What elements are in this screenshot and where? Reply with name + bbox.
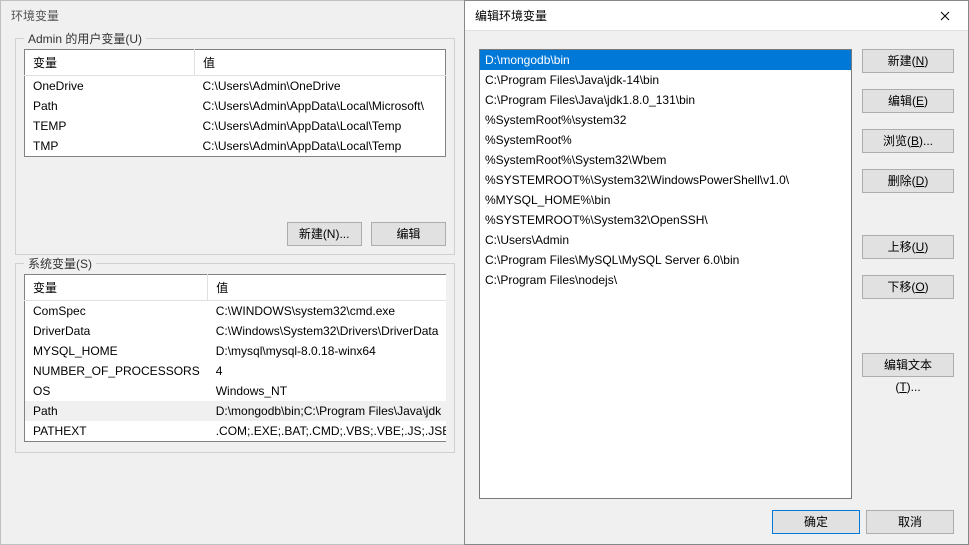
var-name: NUMBER_OF_PROCESSORS — [25, 361, 208, 381]
var-value: C:\Users\Admin\AppData\Local\Temp — [195, 136, 446, 157]
col-header-name[interactable]: 变量 — [25, 50, 195, 76]
list-item[interactable]: %SystemRoot%\System32\Wbem — [480, 150, 851, 170]
list-item[interactable]: C:\Program Files\Java\jdk-14\bin — [480, 70, 851, 90]
user-vars-group: Admin 的用户变量(U) 变量 值 OneDriveC:\Users\Adm… — [15, 38, 455, 255]
col-header-value[interactable]: 值 — [195, 50, 446, 76]
list-item[interactable]: %SYSTEMROOT%\System32\WindowsPowerShell\… — [480, 170, 851, 190]
env-vars-title: 环境变量 — [1, 1, 469, 30]
var-name: TEMP — [25, 116, 195, 136]
list-item[interactable]: C:\Users\Admin — [480, 230, 851, 250]
var-value: C:\WINDOWS\system32\cmd.exe — [208, 301, 446, 322]
user-edit-button[interactable]: 编辑 — [371, 222, 446, 246]
table-row[interactable]: PathC:\Users\Admin\AppData\Local\Microso… — [25, 96, 446, 116]
edit-dialog-title: 编辑环境变量 — [475, 7, 547, 24]
table-row[interactable]: DriverDataC:\Windows\System32\Drivers\Dr… — [25, 321, 447, 341]
edit-text-button[interactable]: 编辑文本(T)... — [862, 353, 954, 377]
var-name: DriverData — [25, 321, 208, 341]
var-value: C:\Users\Admin\AppData\Local\Temp — [195, 116, 446, 136]
new-button[interactable]: 新建(N) — [862, 49, 954, 73]
move-up-button[interactable]: 上移(U) — [862, 235, 954, 259]
list-item[interactable]: C:\Program Files\nodejs\ — [480, 270, 851, 290]
var-value: .COM;.EXE;.BAT;.CMD;.VBS;.VBE;.JS;.JSE;.… — [208, 421, 446, 442]
edit-env-var-dialog: 编辑环境变量 D:\mongodb\binC:\Program Files\Ja… — [464, 0, 969, 545]
table-row[interactable]: OSWindows_NT — [25, 381, 447, 401]
edit-button[interactable]: 编辑(E) — [862, 89, 954, 113]
system-vars-table[interactable]: 变量 值 ComSpecC:\WINDOWS\system32\cmd.exeD… — [24, 274, 446, 442]
table-row[interactable]: ComSpecC:\WINDOWS\system32\cmd.exe — [25, 301, 447, 322]
table-row[interactable]: TMPC:\Users\Admin\AppData\Local\Temp — [25, 136, 446, 157]
var-name: OS — [25, 381, 208, 401]
system-vars-table-wrap: 变量 值 ComSpecC:\WINDOWS\system32\cmd.exeD… — [24, 274, 446, 444]
move-down-button[interactable]: 下移(O) — [862, 275, 954, 299]
user-vars-btn-row: 新建(N)... 编辑 — [24, 222, 446, 246]
list-item[interactable]: %MYSQL_HOME%\bin — [480, 190, 851, 210]
var-name: TMP — [25, 136, 195, 157]
list-item[interactable]: %SYSTEMROOT%\System32\OpenSSH\ — [480, 210, 851, 230]
edit-titlebar: 编辑环境变量 — [465, 1, 968, 31]
var-value: Windows_NT — [208, 381, 446, 401]
list-item[interactable]: C:\Program Files\MySQL\MySQL Server 6.0\… — [480, 250, 851, 270]
table-row[interactable]: NUMBER_OF_PROCESSORS4 — [25, 361, 447, 381]
var-name: Path — [25, 401, 208, 421]
table-row[interactable]: PATHEXT.COM;.EXE;.BAT;.CMD;.VBS;.VBE;.JS… — [25, 421, 447, 442]
ok-button[interactable]: 确定 — [772, 510, 860, 534]
table-row[interactable]: OneDriveC:\Users\Admin\OneDrive — [25, 76, 446, 97]
var-value: 4 — [208, 361, 446, 381]
env-vars-dialog: 环境变量 Admin 的用户变量(U) 变量 值 OneDriveC:\User… — [0, 0, 470, 545]
list-item[interactable]: %SystemRoot%\system32 — [480, 110, 851, 130]
var-value: C:\Users\Admin\OneDrive — [195, 76, 446, 97]
system-vars-group: 系统变量(S) 变量 值 ComSpecC:\WINDOWS\system32\… — [15, 263, 455, 453]
table-row[interactable]: PathD:\mongodb\bin;C:\Program Files\Java… — [25, 401, 447, 421]
var-value: C:\Windows\System32\Drivers\DriverData — [208, 321, 446, 341]
close-icon[interactable] — [922, 1, 968, 31]
delete-button[interactable]: 删除(D) — [862, 169, 954, 193]
edit-body: D:\mongodb\binC:\Program Files\Java\jdk-… — [465, 31, 968, 509]
col-header-value[interactable]: 值 — [208, 275, 446, 301]
list-item[interactable]: %SystemRoot% — [480, 130, 851, 150]
edit-footer: 确定 取消 — [766, 510, 954, 534]
table-row[interactable]: MYSQL_HOMED:\mysql\mysql-8.0.18-winx64 — [25, 341, 447, 361]
list-item[interactable]: D:\mongodb\bin — [480, 50, 851, 70]
col-header-name[interactable]: 变量 — [25, 275, 208, 301]
table-row[interactable]: TEMPC:\Users\Admin\AppData\Local\Temp — [25, 116, 446, 136]
var-name: OneDrive — [25, 76, 195, 97]
browse-button[interactable]: 浏览(B)... — [862, 129, 954, 153]
var-value: D:\mongodb\bin;C:\Program Files\Java\jdk — [208, 401, 446, 421]
var-name: MYSQL_HOME — [25, 341, 208, 361]
var-name: Path — [25, 96, 195, 116]
user-vars-table[interactable]: 变量 值 OneDriveC:\Users\Admin\OneDrivePath… — [24, 49, 446, 157]
var-value: C:\Users\Admin\AppData\Local\Microsoft\ — [195, 96, 446, 116]
path-listbox[interactable]: D:\mongodb\binC:\Program Files\Java\jdk-… — [479, 49, 852, 499]
user-vars-group-label: Admin 的用户变量(U) — [24, 30, 146, 47]
side-buttons: 新建(N) 编辑(E) 浏览(B)... 删除(D) 上移(U) 下移(O) 编… — [862, 49, 954, 499]
cancel-button[interactable]: 取消 — [866, 510, 954, 534]
user-vars-table-wrap: 变量 值 OneDriveC:\Users\Admin\OneDrivePath… — [24, 49, 446, 214]
var-name: PATHEXT — [25, 421, 208, 442]
system-vars-group-label: 系统变量(S) — [24, 255, 96, 272]
list-item[interactable]: C:\Program Files\Java\jdk1.8.0_131\bin — [480, 90, 851, 110]
var-value: D:\mysql\mysql-8.0.18-winx64 — [208, 341, 446, 361]
user-new-button[interactable]: 新建(N)... — [287, 222, 362, 246]
var-name: ComSpec — [25, 301, 208, 322]
